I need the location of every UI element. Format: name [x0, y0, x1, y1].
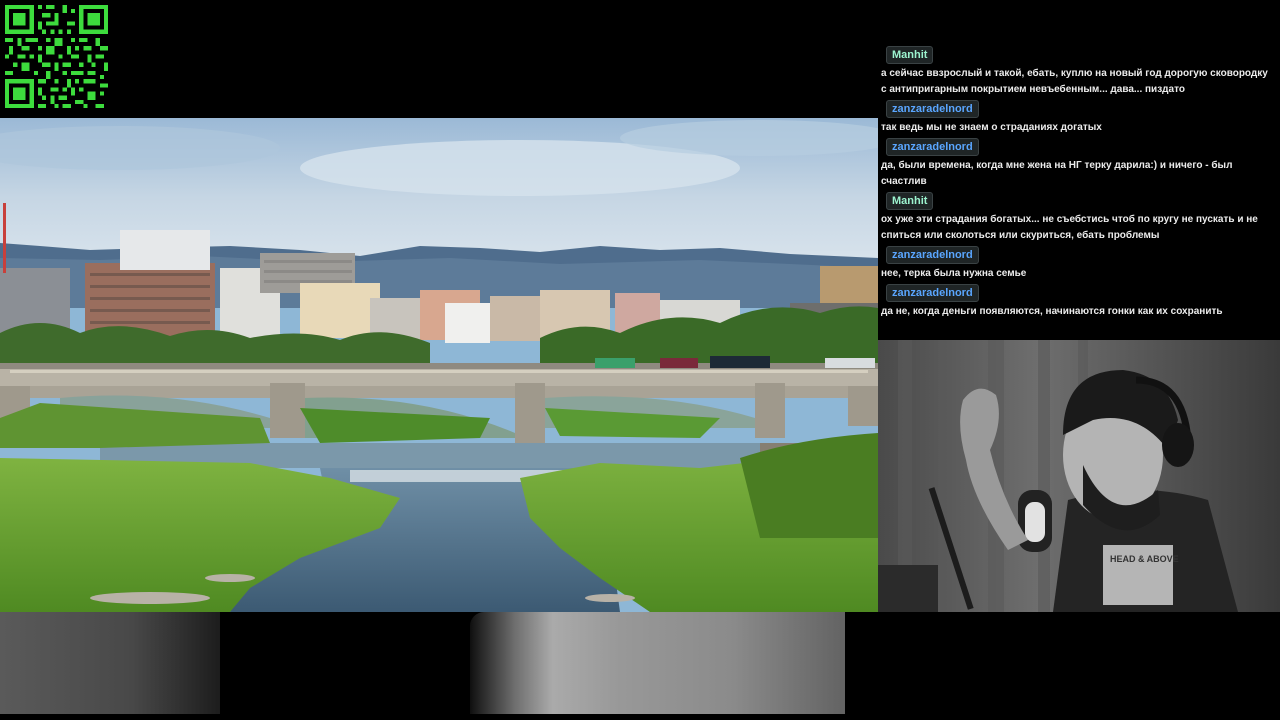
chat-username[interactable]: Manhit: [886, 46, 934, 64]
reflection-right: [470, 612, 845, 714]
chat-text: так ведь мы не знаем о страданиях догаты…: [881, 122, 1102, 133]
chat-message: zanzaradelnord да не, когда деньги появл…: [878, 284, 1278, 320]
qr-code-icon: [5, 5, 108, 108]
chat-username[interactable]: zanzaradelnord: [886, 138, 979, 156]
chat-message: Manhit ох уже эти страдания богатых... н…: [878, 192, 1278, 244]
streamer-camera: HEAD & ABOVE: [878, 340, 1280, 612]
chat-message: Manhit а сейчас ввзрослый и такой, ебать…: [878, 46, 1278, 98]
chat-username[interactable]: Manhit: [886, 192, 934, 210]
webcam-feed: HEAD & ABOVE: [878, 340, 1280, 612]
chat-message: zanzaradelnord так ведь мы не знаем о ст…: [878, 100, 1278, 136]
stream-layout: Manhit а сейчас ввзрослый и такой, ебать…: [0, 0, 1280, 720]
chat-text: нее, терка была нужна семье: [881, 268, 1027, 279]
chat-message: zanzaradelnord нее, терка была нужна сем…: [878, 246, 1278, 282]
chat-text: да не, когда деньги появляются, начинают…: [881, 306, 1223, 317]
chat-text: да, были времена, когда мне жена на НГ т…: [881, 160, 1233, 187]
chat-text: а сейчас ввзрослый и такой, ебать, куплю…: [881, 68, 1268, 95]
chat-username[interactable]: zanzaradelnord: [886, 246, 979, 264]
chat-message: zanzaradelnord да, были времена, когда м…: [878, 138, 1278, 190]
river-bridge-scene: [0, 118, 878, 612]
reflection-left: [0, 612, 220, 714]
bottom-reflection: [0, 612, 878, 714]
chat-text: ох уже эти страдания богатых... не съебс…: [881, 214, 1258, 241]
chat-panel: Manhit а сейчас ввзрослый и такой, ебать…: [878, 46, 1278, 338]
main-video-player[interactable]: [0, 118, 878, 612]
chat-username[interactable]: zanzaradelnord: [886, 100, 979, 118]
chat-username[interactable]: zanzaradelnord: [886, 284, 979, 302]
shirt-text: HEAD & ABOVE: [1110, 554, 1179, 564]
